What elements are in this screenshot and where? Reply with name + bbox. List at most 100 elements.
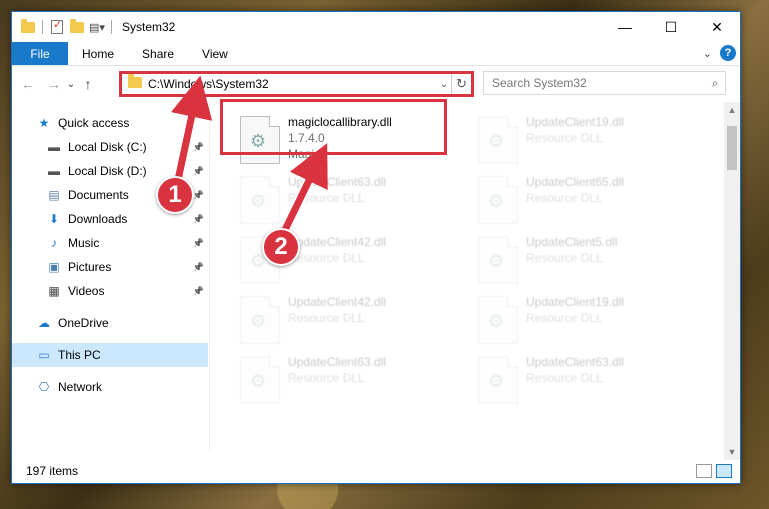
customize-toolbar-icon[interactable]: ▤▾ bbox=[89, 20, 105, 34]
sidebar-item-videos[interactable]: ▦ Videos 📌 bbox=[12, 279, 208, 303]
dll-file-icon bbox=[240, 296, 280, 344]
item-count: 197 items bbox=[26, 464, 79, 478]
star-icon: ★ bbox=[38, 116, 50, 130]
file-tile[interactable]: UpdateClient5.dll Resource DLL bbox=[472, 232, 702, 288]
file-tile[interactable]: UpdateClient42.dll Resource DLL bbox=[234, 292, 464, 348]
recent-locations-button[interactable]: ⌄ bbox=[64, 79, 78, 90]
refresh-icon[interactable]: ↻ bbox=[451, 74, 471, 94]
maximize-button[interactable]: ☐ bbox=[648, 12, 694, 42]
sidebar-item-label: Downloads bbox=[68, 212, 128, 226]
folder-icon bbox=[128, 74, 142, 91]
main-area: ★ Quick access ▬ Local Disk (C:) 📌 ▬ Local Dis… bbox=[12, 102, 740, 460]
documents-icon: ▤ bbox=[48, 188, 60, 202]
scroll-up-icon[interactable]: ▲ bbox=[724, 102, 740, 118]
sidebar-item-label: Music bbox=[68, 236, 100, 250]
navigation-pane: ★ Quick access ▬ Local Disk (C:) 📌 ▬ Local Dis… bbox=[12, 102, 208, 460]
tab-file[interactable]: File bbox=[12, 42, 68, 65]
sidebar-item-label: Quick access bbox=[58, 116, 130, 130]
file-name: UpdateClient63.dll bbox=[526, 355, 625, 369]
tab-share[interactable]: Share bbox=[128, 42, 188, 65]
file-description: Resource DLL bbox=[526, 311, 603, 325]
address-bar[interactable]: C:\Windows\System32 ⌄ ↻ bbox=[119, 71, 474, 97]
dll-file-icon bbox=[478, 116, 518, 164]
file-description: Resource DLL bbox=[526, 371, 603, 385]
new-folder-icon[interactable] bbox=[69, 18, 85, 34]
back-button[interactable]: ← bbox=[18, 76, 38, 92]
sidebar-item-label: Videos bbox=[68, 284, 105, 298]
file-description: Resource DLL bbox=[526, 251, 603, 265]
tiles-view-icon[interactable] bbox=[716, 464, 732, 478]
tab-home[interactable]: Home bbox=[68, 42, 128, 65]
dll-file-icon bbox=[478, 236, 518, 284]
sidebar-item-music[interactable]: ♪ Music 📌 bbox=[12, 231, 208, 255]
file-name: UpdateClient65.dll bbox=[526, 175, 625, 189]
tab-view[interactable]: View bbox=[188, 42, 242, 65]
title-bar: ▤▾ System32 — ☐ ✕ bbox=[12, 12, 740, 42]
sidebar-item-network[interactable]: ⎔ Network bbox=[12, 375, 208, 399]
vertical-scrollbar[interactable]: ▲ ▼ bbox=[724, 102, 740, 460]
sidebar-item-label: Local Disk (D:) bbox=[68, 164, 147, 178]
folder-icon bbox=[20, 18, 36, 34]
sidebar-item-this-pc[interactable]: ▭ This PC bbox=[12, 343, 208, 367]
sidebar-item-label: Documents bbox=[68, 188, 129, 202]
sidebar-item-label: This PC bbox=[58, 348, 101, 362]
file-tile[interactable]: UpdateClient65.dll Resource DLL bbox=[472, 172, 702, 228]
computer-icon: ▭ bbox=[38, 348, 50, 362]
pin-icon[interactable]: 📌 bbox=[193, 166, 204, 177]
chevron-down-icon[interactable]: ⌄ bbox=[703, 47, 712, 60]
sidebar-item-label: Network bbox=[58, 380, 103, 394]
sidebar-item-pictures[interactable]: ▣ Pictures 📌 bbox=[12, 255, 208, 279]
minimize-button[interactable]: — bbox=[602, 12, 648, 42]
pin-icon[interactable]: 📌 bbox=[193, 190, 204, 201]
file-name: UpdateClient19.dll bbox=[526, 295, 625, 309]
sidebar-item-quick-access[interactable]: ★ Quick access bbox=[12, 111, 208, 135]
file-description: Resource DLL bbox=[288, 191, 365, 205]
close-button[interactable]: ✕ bbox=[694, 12, 740, 42]
sidebar-item-label: OneDrive bbox=[58, 316, 109, 330]
sidebar-item-onedrive[interactable]: ☁ OneDrive bbox=[12, 311, 208, 335]
drive-icon: ▬ bbox=[48, 164, 60, 178]
dll-file-icon bbox=[240, 356, 280, 404]
pin-icon[interactable]: 📌 bbox=[193, 214, 204, 225]
file-name: UpdateClient42.dll bbox=[288, 295, 387, 309]
address-path[interactable]: C:\Windows\System32 bbox=[148, 77, 437, 91]
onedrive-icon: ☁ bbox=[38, 316, 50, 330]
window-controls: — ☐ ✕ bbox=[602, 12, 740, 42]
search-icon[interactable]: ⌕ bbox=[705, 76, 725, 91]
file-name: UpdateClient63.dll bbox=[288, 175, 387, 189]
file-description: Resource DLL bbox=[288, 371, 365, 385]
pin-icon[interactable]: 📌 bbox=[193, 238, 204, 249]
videos-icon: ▦ bbox=[48, 284, 60, 298]
quick-access-toolbar: ▤▾ bbox=[12, 18, 114, 34]
pin-icon[interactable]: 📌 bbox=[193, 142, 204, 153]
drive-icon: ▬ bbox=[48, 140, 60, 154]
file-name: UpdateClient42.dll bbox=[288, 235, 387, 249]
sidebar-item-local-disk-c[interactable]: ▬ Local Disk (C:) 📌 bbox=[12, 135, 208, 159]
up-button[interactable]: ↑ bbox=[78, 76, 98, 92]
pane-divider[interactable] bbox=[209, 102, 210, 452]
downloads-icon: ⬇ bbox=[48, 212, 60, 226]
window-title: System32 bbox=[122, 20, 176, 34]
file-tile[interactable]: UpdateClient63.dll Resource DLL bbox=[234, 352, 464, 408]
scroll-down-icon[interactable]: ▼ bbox=[724, 444, 740, 460]
file-tile[interactable]: UpdateClient19.dll Resource DLL bbox=[472, 292, 702, 348]
file-tile[interactable]: UpdateClient63.dll Resource DLL bbox=[234, 172, 464, 228]
search-placeholder: Search System32 bbox=[492, 76, 587, 90]
file-tile[interactable]: UpdateClient63.dll Resource DLL bbox=[472, 352, 702, 408]
forward-button[interactable]: → bbox=[44, 76, 64, 92]
scroll-thumb[interactable] bbox=[727, 126, 737, 170]
pin-icon[interactable]: 📌 bbox=[193, 286, 204, 297]
search-input[interactable]: Search System32 ⌕ bbox=[483, 71, 726, 95]
pin-icon[interactable]: 📌 bbox=[193, 262, 204, 273]
details-view-icon[interactable] bbox=[696, 464, 712, 478]
help-icon[interactable]: ? bbox=[720, 45, 736, 61]
file-highlight-box bbox=[220, 99, 447, 155]
step-badge-1: 1 bbox=[156, 176, 194, 214]
ribbon-right-controls: ⌄ ? bbox=[703, 45, 736, 61]
toolbar-separator bbox=[42, 20, 43, 34]
file-tile[interactable]: UpdateClient19.dll Resource DLL bbox=[472, 112, 702, 168]
properties-icon[interactable] bbox=[49, 18, 65, 34]
file-name: UpdateClient19.dll bbox=[526, 115, 625, 129]
pictures-icon: ▣ bbox=[48, 260, 60, 274]
address-dropdown-icon[interactable]: ⌄ bbox=[437, 79, 451, 90]
